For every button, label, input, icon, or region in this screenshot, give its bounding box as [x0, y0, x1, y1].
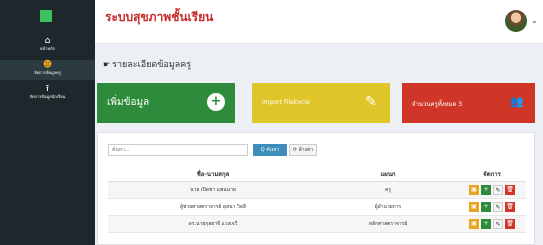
teacher-name-cell: นาย เปิดชา แพนนาย — [108, 181, 318, 199]
table-header-row: ชื่อ-นามสกุล แผนก จัดการ — [108, 167, 526, 182]
teacher-department-cell: หลักศาสตราจารย์ — [318, 215, 458, 233]
actions-cell: ▣ + ✎ 🗑 — [458, 198, 526, 216]
table-row: นาย เปิดชา แพนนาย ครู ▣ + ✎ 🗑 — [108, 181, 526, 199]
home-icon: ⌂ — [44, 36, 51, 46]
sidebar-item-teachers[interactable]: ☻ จัดการข้อมูลครู — [0, 60, 95, 80]
view-icon[interactable]: ▣ — [469, 201, 479, 212]
user-icon: ☻ — [42, 60, 53, 70]
table-row: ผู้ช่วยศาสตราจารย์ ดุสนา วิลลี ผู้อำนวยก… — [108, 198, 526, 216]
actions-cell: ▣ + ✎ 🗑 — [458, 215, 526, 233]
import-excel-label: Import FileExcle — [262, 99, 310, 106]
page-title-text: รายละเอียดข้อมูลครู — [112, 60, 192, 70]
edit-icon: ✎ — [365, 94, 377, 110]
plus-icon[interactable]: + — [481, 218, 491, 229]
actions-cell: ▣ + ✎ 🗑 — [458, 181, 526, 199]
hamburger-icon[interactable] — [40, 10, 52, 22]
users-icon: 👥 — [510, 95, 524, 108]
chevron-down-icon[interactable]: ⌄ — [531, 16, 538, 25]
upload-icon: ⭱ — [45, 84, 50, 94]
sidebar-item-label: จัดการข้อมูลนักเรียน — [29, 94, 66, 99]
trash-icon[interactable]: 🗑 — [505, 201, 515, 212]
app-title: ระบบสุขภาพชั้นเรียน — [105, 10, 214, 24]
sidebar-item-home[interactable]: ⌂ หน้าหลัก — [0, 36, 95, 56]
plus-icon[interactable]: + — [481, 201, 491, 212]
edit-icon[interactable]: ✎ — [493, 201, 503, 212]
teacher-name-cell: ดร.นายกุลยาจี แวงเจวี — [108, 215, 318, 233]
reset-button[interactable]: ⟳ ล้างค่า — [289, 144, 317, 156]
edit-icon[interactable]: ✎ — [493, 218, 503, 229]
view-icon[interactable]: ▣ — [469, 218, 479, 229]
column-header-name[interactable]: ชื่อ-นามสกุล — [108, 167, 318, 182]
teacher-table: ชื่อ-นามสกุล แผนก จัดการ นาย เปิดชา แพนน… — [108, 167, 526, 233]
pointer-icon: ☛ — [103, 60, 111, 69]
add-data-card[interactable]: เพิ่มข้อมูล + — [97, 83, 235, 123]
table-row: ดร.นายกุลยาจี แวงเจวี หลักศาสตราจารย์ ▣ +… — [108, 215, 526, 233]
column-header-department[interactable]: แผนก — [318, 167, 458, 182]
page-title: ☛ รายละเอียดข้อมูลครู — [103, 57, 191, 71]
teacher-department-cell: ครู — [318, 181, 458, 199]
plus-icon: + — [207, 93, 225, 111]
plus-icon[interactable]: + — [481, 184, 491, 195]
teacher-count-card: จำนวนครูทั้งหมด 3 👥 — [402, 83, 535, 123]
avatar[interactable] — [505, 10, 527, 32]
import-excel-card[interactable]: Import FileExcle ✎ — [252, 83, 390, 123]
trash-icon[interactable]: 🗑 — [505, 218, 515, 229]
search-input[interactable] — [108, 144, 248, 156]
edit-icon[interactable]: ✎ — [493, 184, 503, 195]
sidebar-item-students[interactable]: ⭱ จัดการข้อมูลนักเรียน — [0, 84, 95, 104]
sidebar-item-label: จัดการข้อมูลครู — [34, 70, 61, 75]
search-button[interactable]: Q ค้นหา — [253, 144, 287, 156]
trash-icon[interactable]: 🗑 — [505, 184, 515, 195]
top-bar: ระบบสุขภาพชั้นเรียน ⌄ — [95, 0, 543, 44]
sidebar: ⌂ หน้าหลัก ☻ จัดการข้อมูลครู ⭱ จัดการข้อ… — [0, 0, 95, 245]
sidebar-item-label: หน้าหลัก — [39, 46, 56, 51]
teacher-department-cell: ผู้อำนวยการ — [318, 198, 458, 216]
teacher-count-label: จำนวนครูทั้งหมด 3 — [412, 101, 463, 108]
teacher-list-panel: Q ค้นหา ⟳ ล้างค่า ชื่อ-นามสกุล แผนก จัดก… — [97, 132, 535, 245]
column-header-actions: จัดการ — [458, 167, 526, 182]
teacher-name-cell: ผู้ช่วยศาสตราจารย์ ดุสนา วิลลี — [108, 198, 318, 216]
view-icon[interactable]: ▣ — [469, 184, 479, 195]
add-data-label: เพิ่มข้อมูล — [107, 97, 150, 108]
